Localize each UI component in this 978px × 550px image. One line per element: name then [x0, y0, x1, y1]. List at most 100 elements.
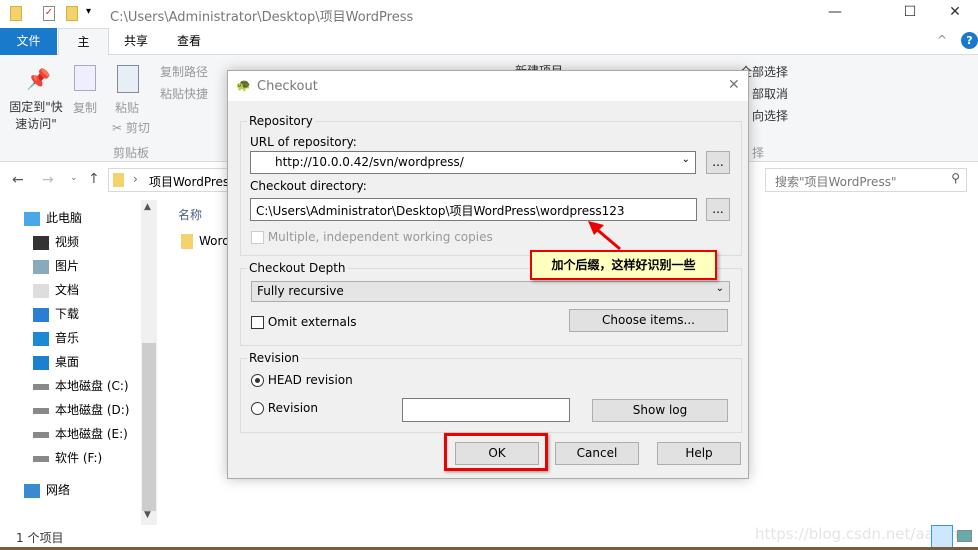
- revision-input[interactable]: [402, 398, 570, 422]
- nav-item-label: 图片: [55, 259, 80, 273]
- video-icon: [33, 235, 49, 250]
- collapse-ribbon-icon[interactable]: ^: [937, 33, 947, 47]
- details-view-icon[interactable]: [931, 525, 953, 548]
- select-none-button[interactable]: 部取消: [752, 85, 788, 102]
- nav-item[interactable]: 图片: [33, 255, 79, 277]
- browse-url-button[interactable]: ...: [706, 151, 730, 174]
- revision-radio[interactable]: Revision: [251, 401, 318, 415]
- chevron-down-icon[interactable]: ⌄: [682, 154, 690, 165]
- omit-externals-checkbox[interactable]: Omit externals: [251, 315, 356, 329]
- back-icon[interactable]: ←: [12, 172, 24, 188]
- nav-item[interactable]: 本地磁盘 (C:): [33, 375, 129, 397]
- checkbox-box: [251, 316, 264, 329]
- column-header-name[interactable]: 名称: [178, 206, 202, 223]
- up-icon[interactable]: ↑: [88, 171, 100, 187]
- revision-label: Revision: [267, 401, 318, 415]
- scissors-icon: ✂: [112, 121, 123, 135]
- document-icon: [33, 283, 49, 298]
- scroll-up-icon[interactable]: ▲: [144, 202, 151, 212]
- nav-item[interactable]: 此电脑: [24, 207, 82, 229]
- dialog-close-button[interactable]: ✕: [728, 77, 740, 93]
- nav-item-label: 本地磁盘 (D:): [55, 403, 130, 417]
- help-button[interactable]: Help: [657, 442, 741, 465]
- head-revision-radio[interactable]: HEAD revision: [251, 373, 353, 387]
- nav-item[interactable]: 本地磁盘 (D:): [33, 399, 129, 421]
- drive-icon: [33, 431, 49, 438]
- nav-item-label: 视频: [55, 235, 80, 249]
- checkout-directory-label: Checkout directory:: [250, 179, 367, 193]
- folder-icon: [10, 6, 22, 21]
- scroll-down-icon[interactable]: ▼: [144, 510, 151, 520]
- cancel-button[interactable]: Cancel: [555, 442, 639, 465]
- nav-item[interactable]: 本地磁盘 (E:): [33, 423, 128, 445]
- new-folder-icon[interactable]: [66, 6, 78, 21]
- tab-share[interactable]: 共享: [110, 28, 162, 55]
- tab-file[interactable]: 文件: [0, 28, 57, 55]
- close-button[interactable]: ✕: [940, 4, 970, 24]
- folder-icon: [113, 173, 124, 187]
- copy-button[interactable]: 复制: [73, 99, 97, 116]
- customize-toolbar-icon[interactable]: ▾: [86, 6, 91, 17]
- paste-button[interactable]: 粘贴: [115, 99, 139, 116]
- select-group-label: 择: [752, 146, 765, 160]
- search-icon[interactable]: ⚲: [951, 171, 960, 185]
- cut-button[interactable]: ✂ 剪切: [112, 119, 150, 136]
- url-value: http://10.0.0.42/svn/wordpress/: [275, 155, 464, 169]
- title-bar: ✓ ▾ C:\Users\Administrator\Desktop\项目Wor…: [0, 0, 978, 28]
- watermark: https://blog.csdn.net/aaron: [755, 525, 959, 543]
- invert-selection-button[interactable]: 向选择: [752, 107, 788, 124]
- nav-item-label: 文档: [55, 283, 80, 297]
- paste-shortcut-button[interactable]: 粘贴快捷: [160, 85, 208, 102]
- nav-item-label: 桌面: [55, 355, 80, 369]
- nav-item[interactable]: 软件 (F:): [33, 447, 102, 469]
- search-input[interactable]: 搜索"项目WordPress" ⚲: [765, 168, 967, 192]
- nav-item-label: 下载: [55, 307, 80, 321]
- radio-selected: [251, 374, 264, 387]
- ok-button[interactable]: OK: [455, 442, 539, 465]
- address-bar[interactable]: › 项目WordPress: [108, 168, 235, 192]
- breadcrumb[interactable]: 项目WordPress: [149, 173, 235, 190]
- nav-item[interactable]: 视频: [33, 231, 79, 253]
- nav-item-label: 网络: [46, 483, 71, 497]
- drive-icon: [33, 407, 49, 414]
- tab-view[interactable]: 查看: [163, 28, 215, 55]
- forward-icon[interactable]: →: [42, 172, 54, 188]
- nav-item-label: 软件 (F:): [55, 451, 103, 465]
- nav-item[interactable]: 桌面: [33, 351, 79, 373]
- checkbox-box: [251, 231, 264, 244]
- show-log-button[interactable]: Show log: [592, 399, 728, 422]
- large-icons-view-icon[interactable]: [957, 530, 972, 542]
- annotation-arrow: [588, 221, 621, 251]
- file-item[interactable]: Word: [181, 234, 230, 249]
- scrollbar-thumb[interactable]: [142, 343, 156, 511]
- ribbon-tabs: 文件 主页 共享 查看 ^ ?: [0, 28, 978, 76]
- chevron-down-icon[interactable]: ⌄: [716, 283, 724, 294]
- copy-path-button[interactable]: 复制路径: [160, 63, 208, 80]
- nav-item-label: 音乐: [55, 331, 80, 345]
- maximize-button[interactable]: ☐: [895, 4, 925, 24]
- depth-group-label: Checkout Depth: [247, 261, 348, 275]
- properties-icon[interactable]: ✓: [43, 6, 55, 21]
- recent-dropdown-icon[interactable]: ⌄: [70, 173, 78, 183]
- cut-label: 剪切: [125, 121, 150, 135]
- dialog-title: Checkout: [257, 79, 318, 94]
- tab-home[interactable]: 主页: [58, 28, 109, 76]
- computer-icon: [24, 211, 40, 226]
- help-icon[interactable]: ?: [961, 32, 978, 49]
- multiple-copies-checkbox[interactable]: Multiple, independent working copies: [251, 230, 493, 244]
- revision-group-label: Revision: [247, 351, 302, 365]
- minimize-button[interactable]: —: [820, 4, 850, 24]
- nav-item[interactable]: 文档: [33, 279, 79, 301]
- depth-select[interactable]: Fully recursive ⌄: [251, 281, 730, 302]
- repository-group-label: Repository: [247, 114, 315, 128]
- choose-items-button[interactable]: Choose items...: [569, 309, 728, 332]
- dialog-title-bar: 🐢 Checkout ✕: [228, 71, 748, 101]
- nav-item[interactable]: 网络: [24, 479, 70, 501]
- nav-item[interactable]: 下载: [33, 303, 79, 325]
- browse-directory-button[interactable]: ...: [706, 198, 730, 221]
- nav-item[interactable]: 音乐: [33, 327, 79, 349]
- url-combobox[interactable]: http://10.0.0.42/svn/wordpress/ ⌄: [250, 151, 696, 174]
- drive-icon: [33, 383, 49, 390]
- pin-quick-access-button[interactable]: 固定到"快速访问": [8, 99, 64, 133]
- file-name: Word: [199, 234, 230, 248]
